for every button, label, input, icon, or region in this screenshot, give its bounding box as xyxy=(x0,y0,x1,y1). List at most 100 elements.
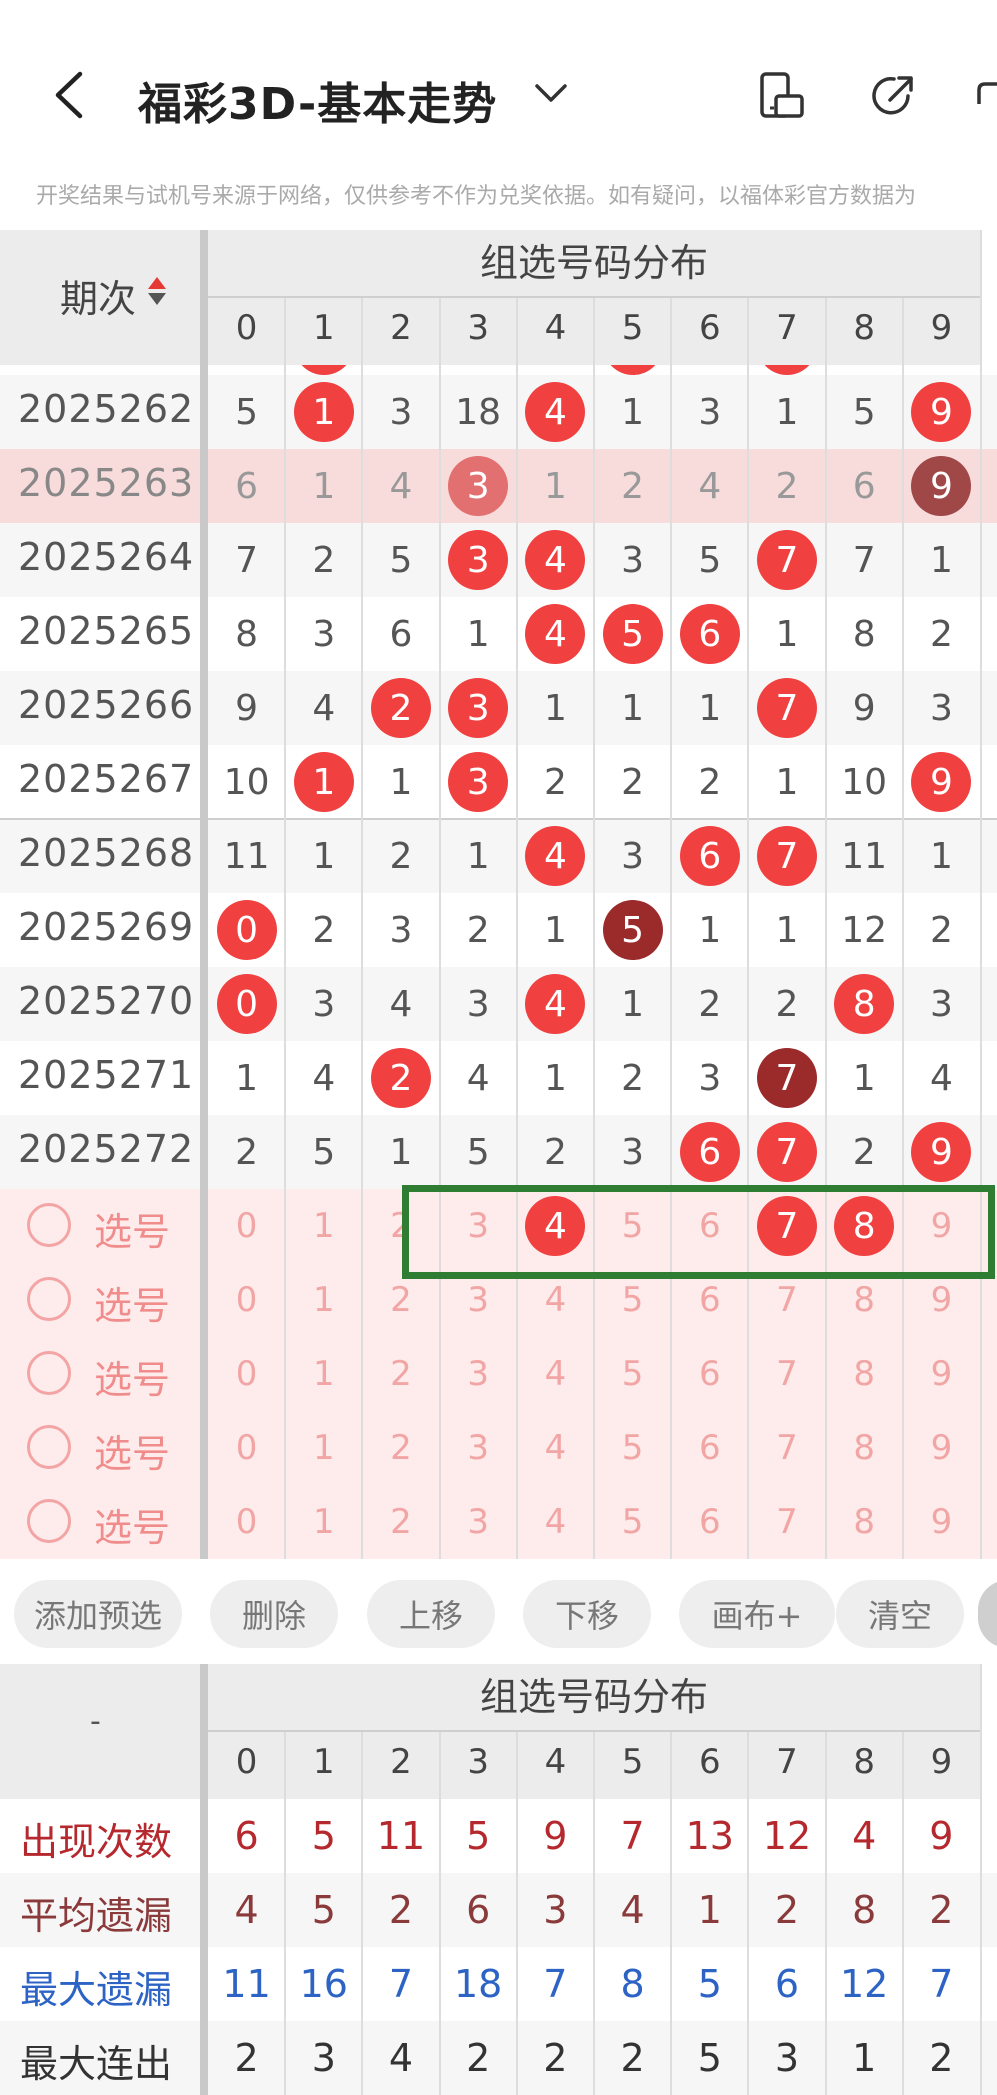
select-row[interactable]: 选号 0 1 2 3 4 5 6 7 8 9 xyxy=(0,1411,997,1485)
select-digit[interactable]: 0 xyxy=(208,1411,285,1485)
select-digit[interactable]: 1 xyxy=(285,1189,362,1263)
select-digit[interactable]: 1 xyxy=(285,1263,362,1337)
select-digit[interactable]: 6 xyxy=(671,1411,748,1485)
select-radio[interactable] xyxy=(27,1203,71,1247)
miss-count: 12 xyxy=(841,909,888,951)
select-digit[interactable]: 3 xyxy=(440,1337,517,1411)
table-row[interactable]: 2025262 5 1 3 18 4 1 3 1 5 9 xyxy=(0,375,997,449)
select-digit-label: 1 xyxy=(312,1354,335,1394)
sort-icon[interactable] xyxy=(146,276,168,306)
select-digit[interactable]: 6 xyxy=(671,1485,748,1559)
select-radio[interactable] xyxy=(27,1425,71,1469)
select-label[interactable]: 选号 xyxy=(94,1275,170,1330)
action-button-3[interactable]: 下移 xyxy=(523,1580,651,1648)
table-row[interactable]: 2025263 6 1 4 3 1 2 4 2 6 9 xyxy=(0,449,997,523)
select-digit[interactable]: 5 xyxy=(594,1411,671,1485)
select-radio[interactable] xyxy=(27,1351,71,1395)
more-icon[interactable] xyxy=(975,70,997,122)
trend-cell: 8 xyxy=(208,597,285,671)
select-digit[interactable]: 2 xyxy=(362,1337,439,1411)
page-title[interactable]: 福彩3D-基本走势 xyxy=(138,68,497,132)
hit-ball: 1 xyxy=(293,382,354,442)
trend-cell: 3 xyxy=(285,967,362,1041)
table-row[interactable]: 2025265 8 3 6 1 4 5 6 1 8 2 xyxy=(0,597,997,671)
miss-count: 10 xyxy=(223,761,270,803)
select-radio[interactable] xyxy=(27,1277,71,1321)
back-arrow-icon[interactable] xyxy=(50,70,90,120)
select-label[interactable]: 选号 xyxy=(94,1423,170,1478)
select-label[interactable]: 选号 xyxy=(94,1349,170,1404)
table-row[interactable]: 2025270 0 3 4 3 4 1 2 2 8 3 xyxy=(0,967,997,1041)
stats-value: 4 xyxy=(388,2036,414,2080)
table-row[interactable]: 2025269 0 2 3 2 1 5 1 1 12 2 xyxy=(0,893,997,967)
select-digit[interactable]: 9 xyxy=(903,1337,980,1411)
select-digit[interactable]: 8 xyxy=(826,1485,903,1559)
action-button-0[interactable]: 添加预选 xyxy=(14,1580,182,1648)
select-digit[interactable]: 1 xyxy=(285,1337,362,1411)
trend-cell: 9 xyxy=(208,671,285,745)
select-digit[interactable]: 8 xyxy=(826,1411,903,1485)
select-digit[interactable]: 7 xyxy=(748,1485,825,1559)
select-digit[interactable]: 3 xyxy=(440,1485,517,1559)
chevron-down-icon[interactable] xyxy=(534,82,568,104)
miss-count: 2 xyxy=(312,909,336,951)
select-digit[interactable]: 8 xyxy=(826,1337,903,1411)
miss-count: 1 xyxy=(389,761,413,803)
table-row[interactable]: 2025266 9 4 2 3 1 1 1 7 9 3 xyxy=(0,671,997,745)
select-digit[interactable]: 9 xyxy=(903,1411,980,1485)
action-button-2[interactable]: 上移 xyxy=(367,1580,495,1648)
trend-cell: 5 xyxy=(594,597,671,671)
select-digit[interactable]: 4 xyxy=(517,1485,594,1559)
select-digit[interactable]: 0 xyxy=(208,1189,285,1263)
table-row[interactable]: 2025272 2 5 1 5 2 3 6 7 2 9 xyxy=(0,1115,997,1189)
miss-count: 9 xyxy=(235,687,259,729)
select-digit[interactable]: 4 xyxy=(517,1337,594,1411)
hit-ball: 2 xyxy=(370,1048,431,1108)
table-row[interactable]: 2025268 11 1 2 1 4 3 6 7 11 1 xyxy=(0,819,997,893)
period-header-label[interactable]: 期次 xyxy=(60,268,136,323)
stats-digit-header-2: 2 xyxy=(390,1742,412,1782)
stats-column-divider xyxy=(824,1732,827,2095)
select-digit[interactable]: 4 xyxy=(517,1411,594,1485)
select-digit[interactable]: 0 xyxy=(208,1485,285,1559)
screen-switch-icon[interactable] xyxy=(758,70,808,122)
select-label[interactable]: 选号 xyxy=(94,1201,170,1256)
select-label[interactable]: 选号 xyxy=(94,1497,170,1552)
trend-cell: 7 xyxy=(208,523,285,597)
action-button-4[interactable]: 画布+ xyxy=(679,1580,835,1648)
share-icon[interactable] xyxy=(868,70,918,122)
more-button-partial[interactable] xyxy=(978,1580,997,1648)
table-row[interactable]: 2025271 1 4 2 4 1 2 3 7 1 4 xyxy=(0,1041,997,1115)
select-digit[interactable]: 9 xyxy=(903,1485,980,1559)
miss-count: 2 xyxy=(852,1131,876,1173)
select-digit[interactable]: 7 xyxy=(748,1337,825,1411)
select-digit[interactable]: 1 xyxy=(285,1411,362,1485)
select-digit[interactable]: 0 xyxy=(208,1337,285,1411)
action-button-1[interactable]: 删除 xyxy=(210,1580,338,1648)
action-button-5[interactable]: 清空 xyxy=(836,1580,964,1648)
select-digit[interactable]: 0 xyxy=(208,1263,285,1337)
miss-count: 1 xyxy=(775,761,799,803)
table-row[interactable]: 2025267 10 1 1 3 2 2 2 1 10 9 xyxy=(0,745,997,819)
select-digit[interactable]: 2 xyxy=(362,1411,439,1485)
miss-count: 3 xyxy=(621,1131,645,1173)
miss-count: 18 xyxy=(455,391,502,433)
select-radio[interactable] xyxy=(27,1499,71,1543)
table-row[interactable]: 2025264 7 2 5 3 4 3 5 7 7 1 xyxy=(0,523,997,597)
select-digit[interactable]: 5 xyxy=(594,1337,671,1411)
select-digit[interactable]: 5 xyxy=(594,1485,671,1559)
select-row[interactable]: 选号 0 1 2 3 4 5 6 7 8 9 xyxy=(0,1485,997,1559)
select-digit[interactable]: 7 xyxy=(748,1411,825,1485)
miss-count: 3 xyxy=(621,539,645,581)
hit-ball: 9 xyxy=(911,752,972,812)
select-row[interactable]: 选号 0 1 2 3 4 5 6 7 8 9 xyxy=(0,1337,997,1411)
select-digit-label: 0 xyxy=(235,1502,258,1542)
trend-cell: 3 xyxy=(285,597,362,671)
miss-count: 1 xyxy=(698,687,722,729)
trend-cell: 2 xyxy=(517,1115,594,1189)
trend-cell: 4 xyxy=(285,1041,362,1115)
select-digit[interactable]: 3 xyxy=(440,1411,517,1485)
select-digit[interactable]: 6 xyxy=(671,1337,748,1411)
select-digit[interactable]: 2 xyxy=(362,1485,439,1559)
select-digit[interactable]: 1 xyxy=(285,1485,362,1559)
